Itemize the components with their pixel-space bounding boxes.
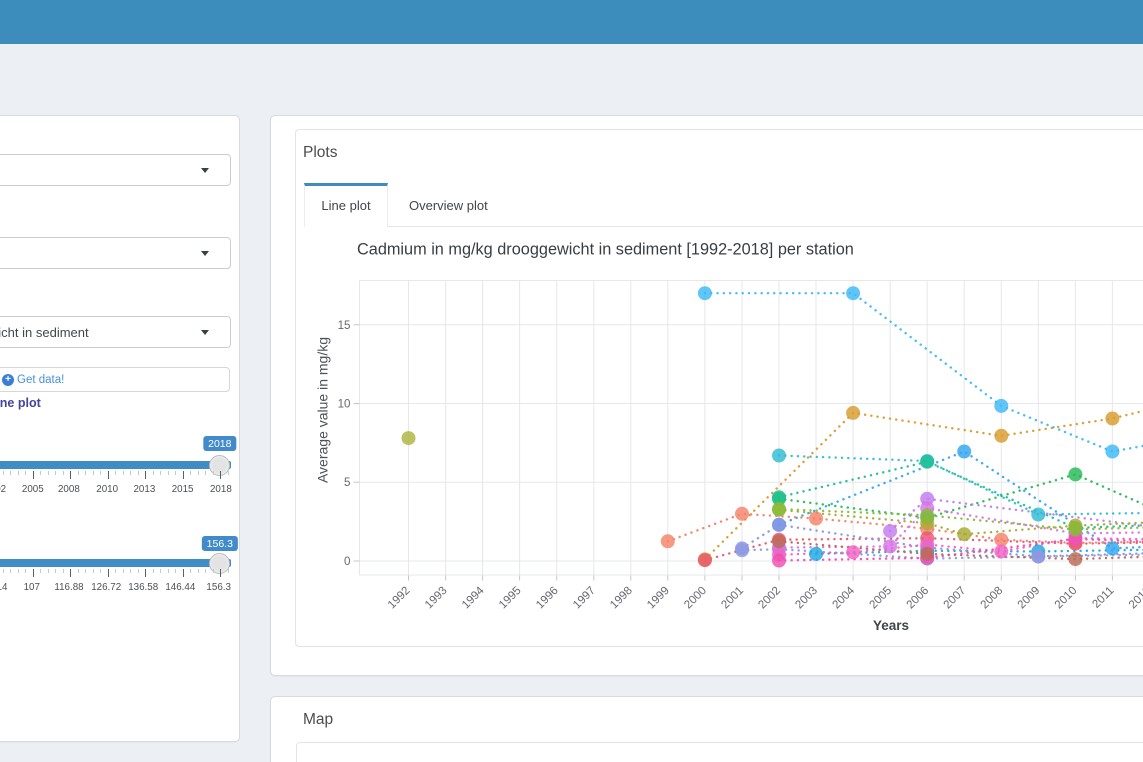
svg-text:5: 5 <box>344 476 350 489</box>
svg-text:2006: 2006 <box>904 584 931 611</box>
svg-text:1994: 1994 <box>459 584 487 612</box>
svg-text:2000: 2000 <box>682 584 709 611</box>
svg-text:2010: 2010 <box>1052 584 1079 611</box>
svg-text:2008: 2008 <box>978 584 1005 611</box>
svg-text:Average value in mg/kg: Average value in mg/kg <box>315 337 331 483</box>
svg-text:2007: 2007 <box>941 584 968 611</box>
svg-text:2002: 2002 <box>756 584 783 611</box>
svg-text:2011: 2011 <box>1090 584 1117 611</box>
svg-text:1993: 1993 <box>422 584 449 611</box>
svg-text:1992: 1992 <box>385 584 412 611</box>
svg-text:2004: 2004 <box>830 584 858 612</box>
svg-text:2001: 2001 <box>719 584 746 611</box>
svg-text:1999: 1999 <box>644 584 671 611</box>
svg-text:1996: 1996 <box>533 584 560 611</box>
svg-text:Years: Years <box>873 618 909 633</box>
svg-text:1998: 1998 <box>607 584 634 611</box>
svg-text:2012: 2012 <box>1126 584 1143 611</box>
svg-text:2005: 2005 <box>867 584 894 611</box>
svg-text:1995: 1995 <box>496 584 523 611</box>
svg-text:2003: 2003 <box>793 584 820 611</box>
svg-text:0: 0 <box>344 555 350 568</box>
svg-text:2009: 2009 <box>1015 584 1042 611</box>
svg-text:1997: 1997 <box>570 584 597 611</box>
svg-text:Cadmium in mg/kg drooggewicht: Cadmium in mg/kg drooggewicht in sedimen… <box>357 241 854 259</box>
svg-text:15: 15 <box>338 319 351 332</box>
svg-text:10: 10 <box>338 398 351 411</box>
